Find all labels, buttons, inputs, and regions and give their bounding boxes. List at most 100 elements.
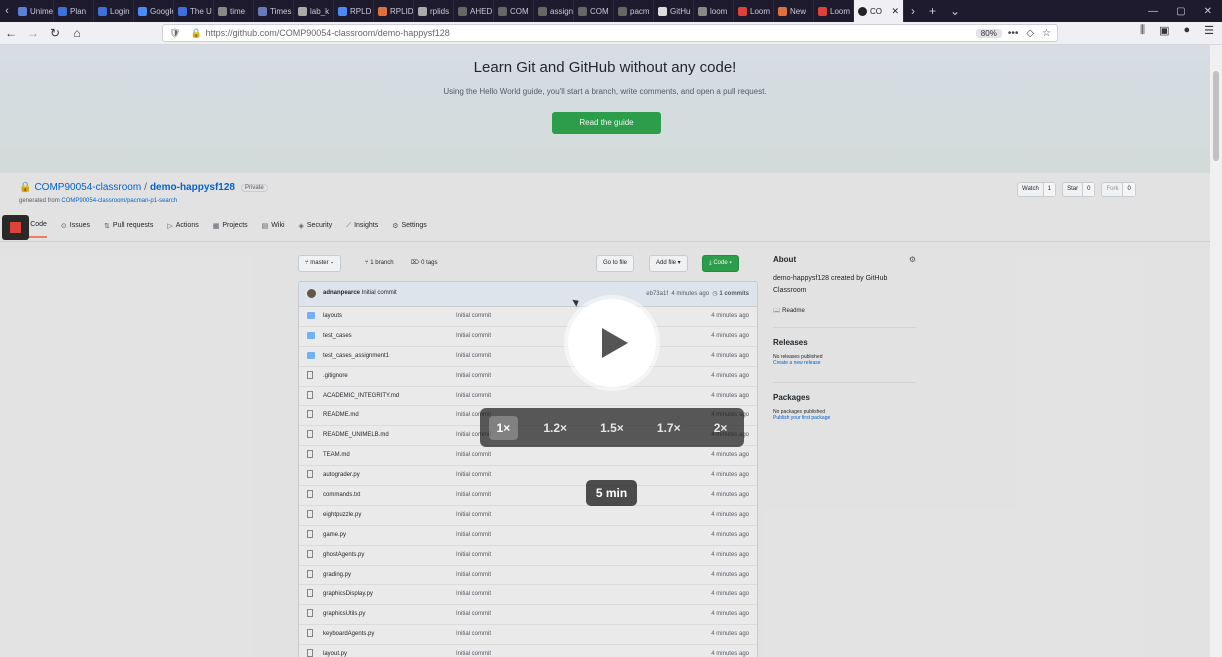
commit-message-link[interactable]: Initial commit — [456, 512, 491, 518]
browser-tab[interactable]: Loom — [734, 0, 774, 22]
record-stop-button[interactable] — [2, 215, 29, 240]
tab-pull-requests[interactable]: ⇅ Pull requests — [104, 221, 153, 238]
browser-tab[interactable]: loom — [694, 0, 734, 22]
play-button[interactable] — [568, 299, 656, 387]
browser-tab[interactable]: RPLD — [334, 0, 374, 22]
fork-button[interactable]: Fork 0 — [1101, 182, 1136, 197]
create-release-link[interactable]: Create a new release — [773, 360, 916, 366]
fork-count[interactable]: 0 — [1122, 183, 1135, 196]
branches-link[interactable]: ⑂ 1 branch — [365, 255, 394, 272]
library-icon[interactable]: ⫼ — [1140, 24, 1145, 37]
browser-tab[interactable]: Unimelb — [14, 0, 54, 22]
speed-option[interactable]: 2× — [706, 416, 736, 440]
file-name-link[interactable]: test_cases — [323, 333, 352, 339]
browser-tab[interactable]: GitHu — [654, 0, 694, 22]
browser-tab[interactable]: COM — [574, 0, 614, 22]
star-count[interactable]: 0 — [1082, 183, 1095, 196]
commit-message-link[interactable]: Initial commit — [456, 492, 491, 498]
tags-link[interactable]: ⌦ 0 tags — [411, 255, 438, 272]
new-tab-button[interactable]: + — [922, 4, 943, 18]
commit-message-link[interactable]: Initial commit — [456, 572, 491, 578]
file-name-link[interactable]: graphicsUtils.py — [323, 611, 365, 617]
commit-message-link[interactable]: Initial commit — [456, 552, 491, 558]
back-button[interactable]: ← — [0, 26, 22, 40]
file-name-link[interactable]: game.py — [323, 532, 346, 538]
browser-tab[interactable]: rplids — [414, 0, 454, 22]
file-name-link[interactable]: keyboardAgents.py — [323, 631, 374, 637]
account-icon[interactable]: ● — [1183, 24, 1190, 37]
browser-tab[interactable]: assign — [534, 0, 574, 22]
readme-link[interactable]: 📖 Readme — [773, 305, 916, 317]
commit-message-link[interactable]: Initial commit — [456, 313, 491, 319]
watch-button[interactable]: Watch 1 — [1017, 182, 1057, 197]
maximize-icon[interactable]: ▢ — [1176, 6, 1185, 17]
bookmark-star-icon[interactable]: ☆ — [1042, 28, 1051, 39]
add-file-button[interactable]: Add file ▾ — [649, 255, 688, 272]
menu-icon[interactable]: ☰ — [1204, 24, 1214, 37]
tab-settings[interactable]: ⚙ Settings — [392, 221, 427, 238]
tab-insights[interactable]: ⟋ Insights — [346, 221, 378, 238]
browser-tab[interactable]: The U — [174, 0, 214, 22]
file-name-link[interactable]: autograder.py — [323, 472, 360, 478]
repo-owner-link[interactable]: COMP90054-classroom — [34, 182, 141, 193]
file-name-link[interactable]: eightpuzzle.py — [323, 512, 361, 518]
speed-option[interactable]: 1.2× — [535, 416, 575, 440]
browser-tab[interactable]: New — [774, 0, 814, 22]
file-name-link[interactable]: ACADEMIC_INTEGRITY.md — [323, 393, 399, 399]
url-text[interactable]: https://github.com/COMP90054-classroom/d… — [206, 28, 450, 38]
minimize-icon[interactable]: — — [1148, 6, 1158, 17]
commit-message-link[interactable]: Initial commit — [456, 651, 491, 657]
tab-scroll-left-icon[interactable]: ‹ — [0, 5, 14, 17]
file-name-link[interactable]: README_UNIMELB.md — [323, 432, 389, 438]
commit-message-link[interactable]: Initial commit — [456, 353, 491, 359]
star-button[interactable]: Star 0 — [1062, 182, 1096, 197]
browser-tab[interactable]: AHED — [454, 0, 494, 22]
go-to-file-button[interactable]: Go to file — [596, 255, 635, 272]
browser-tab[interactable]: Google — [134, 0, 174, 22]
forward-button[interactable]: → — [22, 26, 44, 40]
file-name-link[interactable]: TEAM.md — [323, 452, 350, 458]
browser-tab[interactable]: Plan — [54, 0, 94, 22]
zoom-level[interactable]: 80% — [975, 28, 1002, 38]
browser-tab-active[interactable]: CO ✕ — [854, 0, 904, 22]
scroll-thumb[interactable] — [1213, 71, 1219, 161]
commit-message-link[interactable]: Initial commit — [456, 452, 491, 458]
tab-projects[interactable]: ▦ Projects — [213, 221, 248, 238]
url-bar[interactable]: 🛡 🔒 https://github.com/COMP90054-classro… — [162, 24, 1058, 42]
file-name-link[interactable]: ghostAgents.py — [323, 552, 364, 558]
browser-tab[interactable]: lab_k — [294, 0, 334, 22]
shield-icon[interactable]: 🛡 — [169, 28, 180, 39]
browser-tab[interactable]: COM — [494, 0, 534, 22]
commit-message[interactable]: Initial commit — [362, 290, 397, 296]
tab-wiki[interactable]: ▤ Wiki — [262, 221, 285, 238]
publish-package-link[interactable]: Publish your first package — [773, 415, 916, 421]
speed-option[interactable]: 1× — [488, 415, 519, 440]
lock-icon[interactable]: 🔒 — [190, 28, 201, 39]
gear-icon[interactable]: ⚙ — [909, 255, 916, 264]
browser-tab[interactable]: time — [214, 0, 254, 22]
file-name-link[interactable]: README.md — [323, 412, 359, 418]
commit-message-link[interactable]: Initial commit — [456, 631, 491, 637]
speed-option[interactable]: 1.5× — [592, 416, 632, 440]
file-name-link[interactable]: graphicsDisplay.py — [323, 591, 373, 597]
avatar[interactable] — [307, 289, 316, 298]
packages-heading[interactable]: Packages — [773, 393, 916, 402]
speed-option[interactable]: 1.7× — [649, 416, 689, 440]
commit-message-link[interactable]: Initial commit — [456, 393, 491, 399]
page-scrollbar[interactable] — [1210, 45, 1222, 657]
sidebar-icon[interactable]: ▣ — [1159, 24, 1169, 37]
browser-tab[interactable]: RPLID — [374, 0, 414, 22]
commit-message-link[interactable]: Initial commit — [456, 333, 491, 339]
file-name-link[interactable]: grading.py — [323, 572, 351, 578]
tab-issues[interactable]: ⊙ Issues — [61, 221, 90, 238]
commit-message-link[interactable]: Initial commit — [456, 591, 491, 597]
file-name-link[interactable]: .gitignore — [323, 373, 348, 379]
browser-tab[interactable]: pacm — [614, 0, 654, 22]
reload-button[interactable]: ↻ — [44, 26, 66, 40]
branch-select[interactable]: ⑂ master ▾ — [298, 255, 341, 272]
commit-message-link[interactable]: Initial commit — [456, 532, 491, 538]
home-button[interactable]: ⌂ — [66, 26, 88, 40]
code-button[interactable]: ⤓ Code ▾ — [702, 255, 739, 272]
page-actions-icon[interactable]: ••• — [1008, 28, 1019, 39]
window-close-icon[interactable]: ✕ — [1204, 6, 1212, 17]
